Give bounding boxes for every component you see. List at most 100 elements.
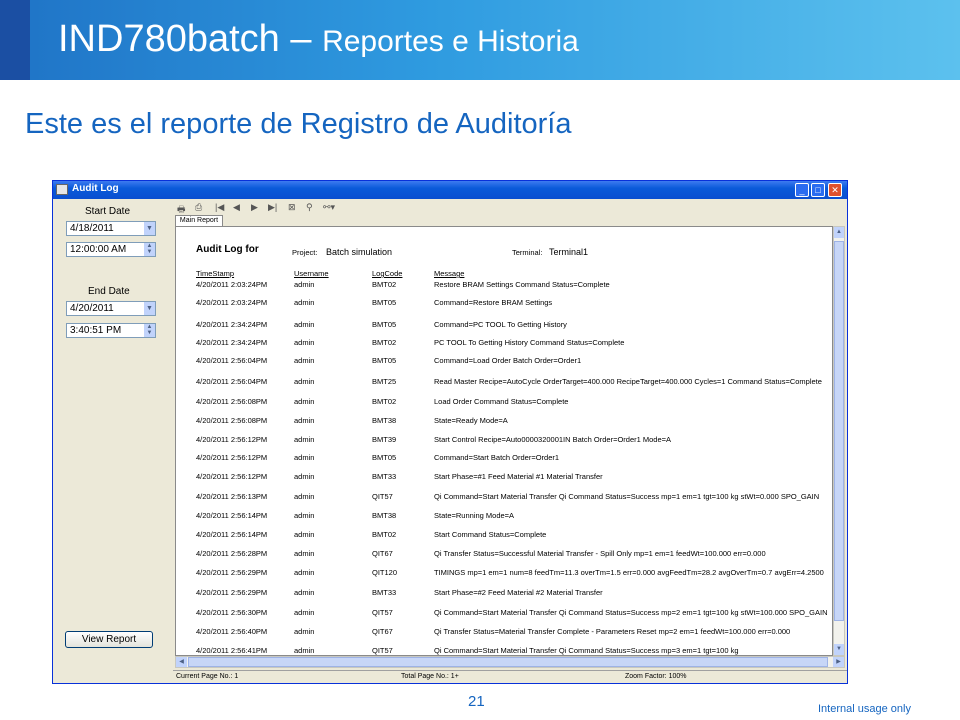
cell-message: State=Running Mode=A xyxy=(434,511,515,520)
tab-main-report[interactable]: Main Report xyxy=(175,215,223,226)
start-time-spinner[interactable]: 12:00:00 AM ▲ ▼ xyxy=(66,242,156,257)
cell-timestamp: 4/20/2011 2:56:29PM xyxy=(196,568,268,577)
view-report-button[interactable]: View Report xyxy=(65,631,153,648)
cell-timestamp: 4/20/2011 2:56:14PM xyxy=(196,511,268,520)
close-button[interactable]: ✕ xyxy=(828,183,842,197)
cell-message: Command=Start Batch Order=Order1 xyxy=(434,453,560,462)
cell-logcode: BMT02 xyxy=(372,280,397,289)
cell-logcode: BMT02 xyxy=(372,397,397,406)
cell-timestamp: 4/20/2011 2:56:14PM xyxy=(196,530,268,539)
footer-note: Internal usage only xyxy=(818,703,911,715)
cell-timestamp: 4/20/2011 2:56:04PM xyxy=(196,356,268,365)
cell-message: Qi Command=Start Material Transfer Qi Co… xyxy=(434,646,739,655)
cell-logcode: QIT57 xyxy=(372,646,393,655)
slide-title: IND780batch – Reportes e Historia xyxy=(58,18,579,61)
end-date-picker[interactable]: 4/20/2011 ▼ xyxy=(66,301,156,316)
terminal-value: Terminal1 xyxy=(549,247,589,257)
end-date-value: 4/20/2011 xyxy=(70,303,114,314)
cell-message: Command=Load Order Batch Order=Order1 xyxy=(434,356,582,365)
cell-logcode: BMT33 xyxy=(372,472,397,481)
export-icon[interactable]: ⎙ xyxy=(195,202,202,213)
cell-username: admin xyxy=(294,298,315,307)
cell-timestamp: 4/20/2011 2:56:30PM xyxy=(196,608,268,617)
cell-username: admin xyxy=(294,492,315,501)
window-titlebar[interactable]: Audit Log _ □ ✕ xyxy=(53,181,847,199)
title-band: IND780batch – Reportes e Historia xyxy=(0,0,960,80)
cell-timestamp: 4/20/2011 2:34:24PM xyxy=(196,320,268,329)
stop-icon[interactable]: ⊠ xyxy=(288,202,296,213)
chevron-down-icon[interactable]: ▼ xyxy=(144,302,155,315)
cell-message: Restore BRAM Settings Command Status=Com… xyxy=(434,280,610,289)
cell-timestamp: 4/20/2011 2:56:13PM xyxy=(196,492,268,501)
cell-username: admin xyxy=(294,377,315,386)
first-page-icon[interactable]: |◀ xyxy=(215,202,224,213)
cell-username: admin xyxy=(294,608,315,617)
cell-message: Load Order Command Status=Complete xyxy=(434,397,569,406)
cell-logcode: QIT120 xyxy=(372,568,398,577)
scroll-thumb[interactable] xyxy=(834,241,844,621)
cell-message: Start Phase=#2 Feed Material #2 Material… xyxy=(434,588,603,597)
cell-timestamp: 4/20/2011 2:56:28PM xyxy=(196,549,268,558)
window-title: Audit Log xyxy=(72,183,119,194)
cell-timestamp: 4/20/2011 2:56:29PM xyxy=(196,588,268,597)
cell-username: admin xyxy=(294,530,315,539)
cell-timestamp: 4/20/2011 2:56:08PM xyxy=(196,416,268,425)
start-date-picker[interactable]: 4/18/2011 ▼ xyxy=(66,221,156,236)
cell-username: admin xyxy=(294,511,315,520)
cell-message: Qi Command=Start Material Transfer Qi Co… xyxy=(434,608,828,617)
minimize-button[interactable]: _ xyxy=(795,183,809,197)
cell-message: Qi Transfer Status=Material Transfer Com… xyxy=(434,627,791,636)
cell-username: admin xyxy=(294,453,315,462)
end-date-label: End Date xyxy=(88,286,130,297)
status-bar: Current Page No.: 1 Total Page No.: 1+ Z… xyxy=(173,670,847,683)
col-header-username: Username xyxy=(294,269,329,278)
cell-username: admin xyxy=(294,416,315,425)
end-time-spinner[interactable]: 3:40:51 PM ▲ ▼ xyxy=(66,323,156,338)
chevron-down-icon[interactable]: ▼ xyxy=(144,222,155,235)
cell-logcode: BMT39 xyxy=(372,435,397,444)
horizontal-scrollbar[interactable]: ◀ ▶ xyxy=(175,656,845,668)
spinner-arrows-icon[interactable]: ▲ ▼ xyxy=(144,324,155,337)
report-heading: Audit Log for xyxy=(196,244,259,255)
cell-logcode: QIT67 xyxy=(372,627,393,636)
cell-username: admin xyxy=(294,356,315,365)
cell-message: Qi Transfer Status=Successful Material T… xyxy=(434,549,766,558)
scroll-down-icon[interactable]: ▼ xyxy=(834,644,844,655)
cell-message: Start Command Status=Complete xyxy=(434,530,547,539)
cell-message: Qi Command=Start Material Transfer Qi Co… xyxy=(434,492,820,501)
cell-message: Command=PC TOOL To Getting History xyxy=(434,320,567,329)
end-time-value: 3:40:51 PM xyxy=(70,325,122,336)
cell-timestamp: 4/20/2011 2:03:24PM xyxy=(196,298,268,307)
col-header-timestamp: TimeStamp xyxy=(196,269,235,278)
spinner-arrows-icon[interactable]: ▲ ▼ xyxy=(144,243,155,256)
cell-logcode: BMT05 xyxy=(372,356,397,365)
scroll-left-icon[interactable]: ◀ xyxy=(176,657,187,667)
search-icon[interactable]: ⚲ xyxy=(306,202,313,213)
audit-log-window: Audit Log _ □ ✕ Start Date 4/18/2011 ▼ 1… xyxy=(52,180,848,684)
slide-subtitle: Este es el reporte de Registro de Audito… xyxy=(25,108,572,140)
cell-timestamp: 4/20/2011 2:56:08PM xyxy=(196,397,268,406)
last-page-icon[interactable]: ▶| xyxy=(268,202,277,213)
scroll-up-icon[interactable]: ▲ xyxy=(834,227,844,238)
zoom-icon[interactable]: ⚯▾ xyxy=(323,202,335,213)
cell-logcode: BMT25 xyxy=(372,377,397,386)
scroll-right-icon[interactable]: ▶ xyxy=(833,657,844,667)
scroll-thumb-h[interactable] xyxy=(188,657,828,667)
maximize-button[interactable]: □ xyxy=(811,183,825,197)
cell-username: admin xyxy=(294,646,315,655)
title-main: IND780batch – xyxy=(58,18,323,60)
vertical-scrollbar[interactable]: ▲ ▼ xyxy=(833,226,845,656)
start-time-value: 12:00:00 AM xyxy=(70,244,127,255)
next-page-icon[interactable]: ▶ xyxy=(251,202,258,213)
cell-username: admin xyxy=(294,568,315,577)
page-number: 21 xyxy=(468,693,485,710)
cell-message: Command=Restore BRAM Settings xyxy=(434,298,553,307)
cell-logcode: BMT02 xyxy=(372,530,397,539)
cell-username: admin xyxy=(294,320,315,329)
prev-page-icon[interactable]: ◀ xyxy=(233,202,240,213)
cell-logcode: QIT57 xyxy=(372,492,393,501)
cell-logcode: BMT05 xyxy=(372,453,397,462)
cell-timestamp: 4/20/2011 2:56:12PM xyxy=(196,435,268,444)
cell-logcode: BMT38 xyxy=(372,416,397,425)
cell-username: admin xyxy=(294,472,315,481)
